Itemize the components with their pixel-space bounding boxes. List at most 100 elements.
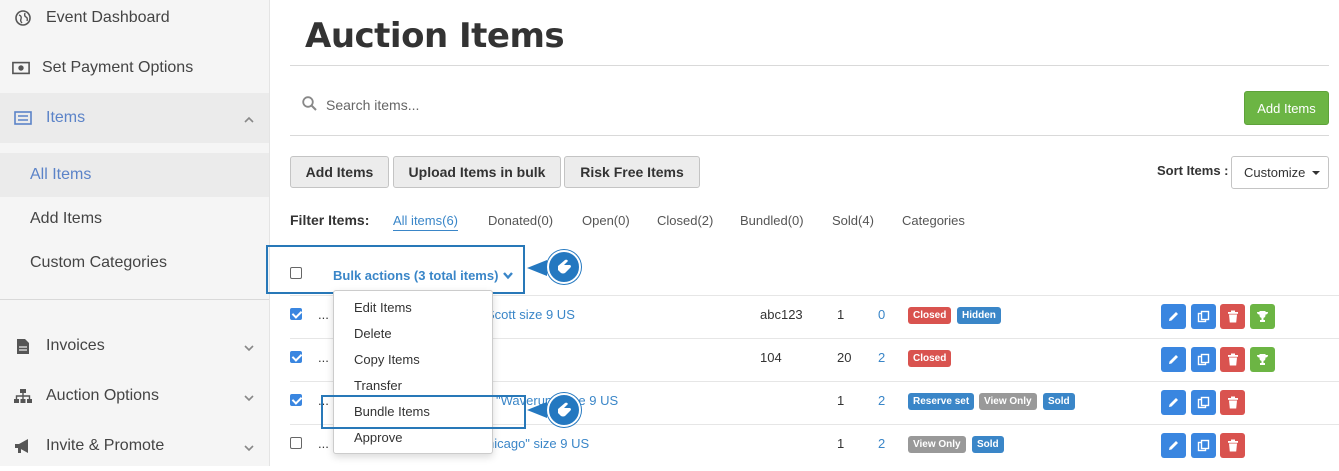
sidebar-item-label: Event Dashboard (46, 9, 170, 26)
row-quantity: 20 (837, 350, 852, 365)
pointer-tail (527, 402, 547, 418)
chevron-down-icon (243, 439, 255, 457)
row-checkbox[interactable] (290, 351, 302, 363)
row-checkbox[interactable] (290, 437, 302, 449)
status-badge: Sold (972, 436, 1004, 453)
pointing-hand-icon (547, 250, 581, 284)
edit-button[interactable] (1161, 433, 1186, 458)
trash-icon (1227, 310, 1238, 323)
copy-icon (1197, 396, 1210, 409)
trash-icon (1227, 439, 1238, 452)
copy-button[interactable] (1191, 347, 1216, 372)
pencil-icon (1169, 312, 1178, 321)
upload-items-bulk-button[interactable]: Upload Items in bulk (393, 156, 561, 188)
status-badge: View Only (908, 436, 966, 453)
document-icon (14, 337, 32, 355)
delete-button[interactable] (1220, 347, 1245, 372)
edit-button[interactable] (1161, 347, 1186, 372)
copy-button[interactable] (1191, 390, 1216, 415)
delete-button[interactable] (1220, 433, 1245, 458)
sidebar-item-label: Invoices (46, 337, 105, 354)
delete-button[interactable] (1220, 390, 1245, 415)
filter-closed[interactable]: Closed(2) (657, 213, 713, 228)
menu-item-delete[interactable]: Delete (354, 326, 392, 341)
sidebar-item-auction-options[interactable]: Auction Options (0, 371, 269, 421)
status-badge: View Only (979, 393, 1037, 410)
filter-open[interactable]: Open(0) (582, 213, 630, 228)
copy-icon (1197, 439, 1210, 452)
filter-bundled[interactable]: Bundled(0) (740, 213, 804, 228)
copy-button[interactable] (1191, 433, 1216, 458)
delete-button[interactable] (1220, 304, 1245, 329)
list-icon (14, 109, 32, 127)
pencil-icon (1169, 355, 1178, 364)
filter-sold[interactable]: Sold(4) (832, 213, 874, 228)
pencil-icon (1169, 398, 1178, 407)
filter-donated[interactable]: Donated(0) (488, 213, 553, 228)
filter-categories[interactable]: Categories (902, 213, 965, 228)
chevron-down-icon (503, 272, 514, 280)
row-item-code: 104 (760, 350, 782, 365)
add-items-button[interactable]: Add Items (290, 156, 389, 188)
row-bids[interactable]: 2 (878, 350, 885, 365)
status-badge: Reserve set (908, 393, 975, 410)
row-checkbox[interactable] (290, 308, 302, 320)
trophy-icon (1257, 311, 1268, 322)
trash-icon (1227, 353, 1238, 366)
row-item-name[interactable]: hicago" size 9 US (487, 436, 589, 451)
row-bids[interactable]: 0 (878, 307, 885, 322)
row-quantity: 1 (837, 307, 845, 322)
risk-free-items-button[interactable]: Risk Free Items (564, 156, 700, 188)
row-prefix: ... (318, 436, 329, 451)
row-item-code: abc123 (760, 307, 803, 322)
copy-icon (1197, 310, 1210, 323)
sidebar-item-items[interactable]: Items (0, 93, 269, 143)
row-bids[interactable]: 2 (878, 393, 885, 408)
sidebar-item-event-dashboard[interactable]: Event Dashboard (0, 0, 269, 43)
edit-button[interactable] (1161, 390, 1186, 415)
sitemap-icon (14, 387, 32, 405)
sidebar-subitem-custom-categories[interactable]: Custom Categories (0, 241, 269, 285)
status-badge: Closed (908, 307, 952, 324)
sort-label: Sort Items : (1157, 163, 1229, 178)
sidebar-item-label: Auction Options (46, 387, 159, 404)
search-divider (290, 135, 1329, 136)
status-badge: Sold (1043, 393, 1075, 410)
sort-select[interactable]: Customize (1231, 156, 1329, 189)
sidebar: Event Dashboard Set Payment Options Item… (0, 0, 270, 466)
edit-button[interactable] (1161, 304, 1186, 329)
row-prefix: ... (318, 307, 329, 322)
status-badge: Closed (908, 350, 952, 367)
row-checkbox[interactable] (290, 394, 302, 406)
sidebar-item-invite-promote[interactable]: Invite & Promote (0, 421, 269, 471)
caret-down-icon (1312, 170, 1321, 175)
row-quantity: 1 (837, 393, 845, 408)
select-all-checkbox[interactable] (290, 267, 302, 279)
filter-label: Filter Items: (290, 212, 370, 228)
search-input[interactable] (326, 92, 926, 118)
menu-item-edit-items[interactable]: Edit Items (354, 300, 412, 315)
chevron-up-icon (243, 111, 255, 129)
row-item-name[interactable]: Scott size 9 US (486, 307, 575, 322)
trophy-button[interactable] (1250, 304, 1275, 329)
pencil-icon (1169, 441, 1178, 450)
copy-button[interactable] (1191, 304, 1216, 329)
sidebar-item-invoices[interactable]: Invoices (0, 321, 269, 371)
row-bids[interactable]: 2 (878, 436, 885, 451)
menu-item-transfer[interactable]: Transfer (354, 378, 402, 393)
sidebar-subitem-add-items[interactable]: Add Items (0, 197, 269, 241)
sort-select-value: Customize (1244, 165, 1306, 180)
sidebar-item-payment-options[interactable]: Set Payment Options (0, 43, 269, 93)
sidebar-subitem-all-items[interactable]: All Items (0, 153, 269, 197)
bulk-actions-toggle[interactable]: Bulk actions (3 total items) (333, 268, 514, 283)
trophy-icon (1257, 354, 1268, 365)
menu-item-approve[interactable]: Approve (354, 430, 402, 445)
add-items-button-primary[interactable]: Add Items (1244, 91, 1329, 125)
trophy-button[interactable] (1250, 347, 1275, 372)
filter-all-items[interactable]: All items(6) (393, 213, 459, 231)
menu-item-copy-items[interactable]: Copy Items (354, 352, 420, 367)
main-content: Auction Items Add Items Add Items Upload… (266, 0, 1339, 466)
search-icon (302, 96, 317, 116)
money-icon (12, 59, 30, 77)
copy-icon (1197, 353, 1210, 366)
